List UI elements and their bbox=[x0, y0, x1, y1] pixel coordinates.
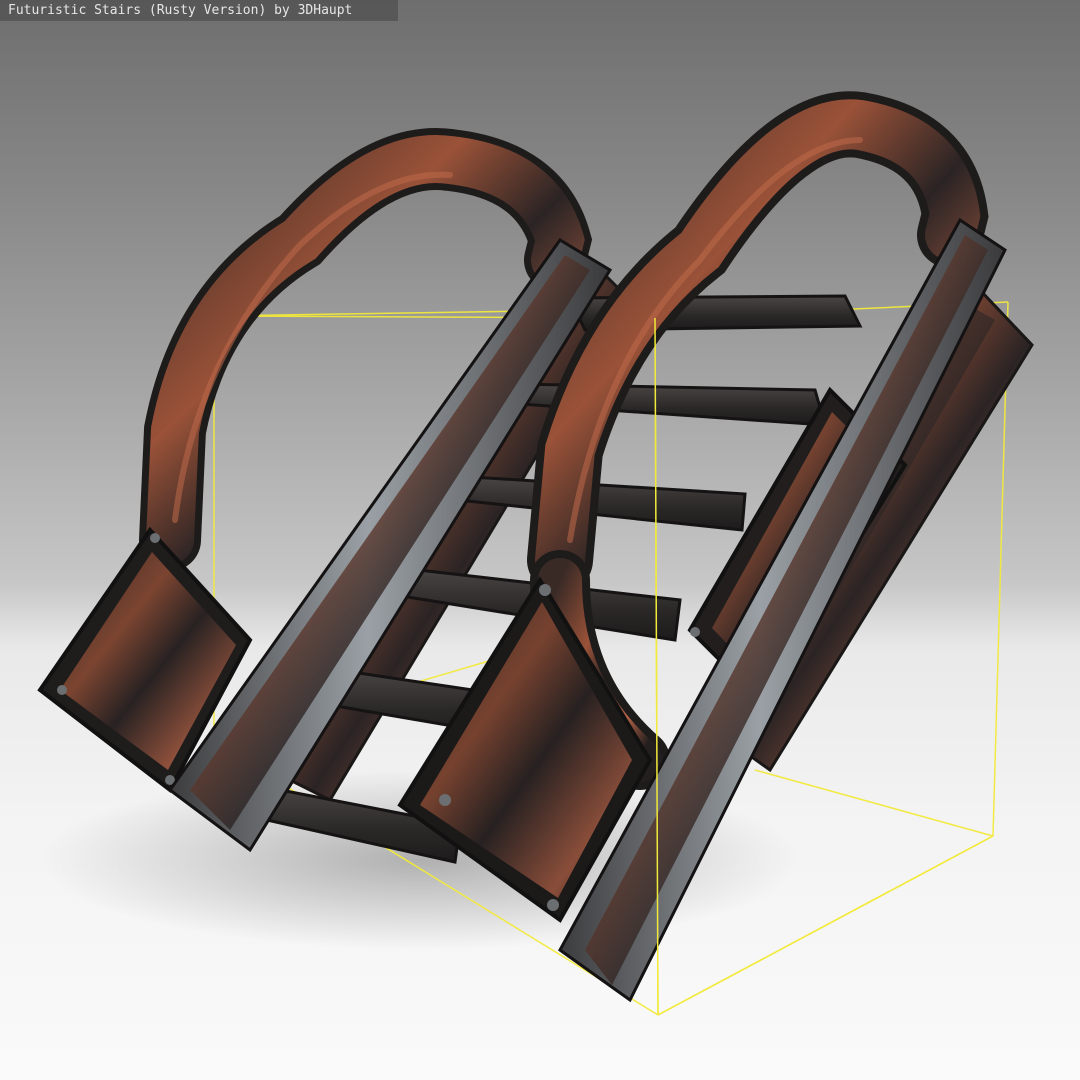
model-render bbox=[37, 91, 1034, 1016]
3d-viewport[interactable]: Futuristic Stairs (Rusty Version) by 3DH… bbox=[0, 0, 1080, 1080]
